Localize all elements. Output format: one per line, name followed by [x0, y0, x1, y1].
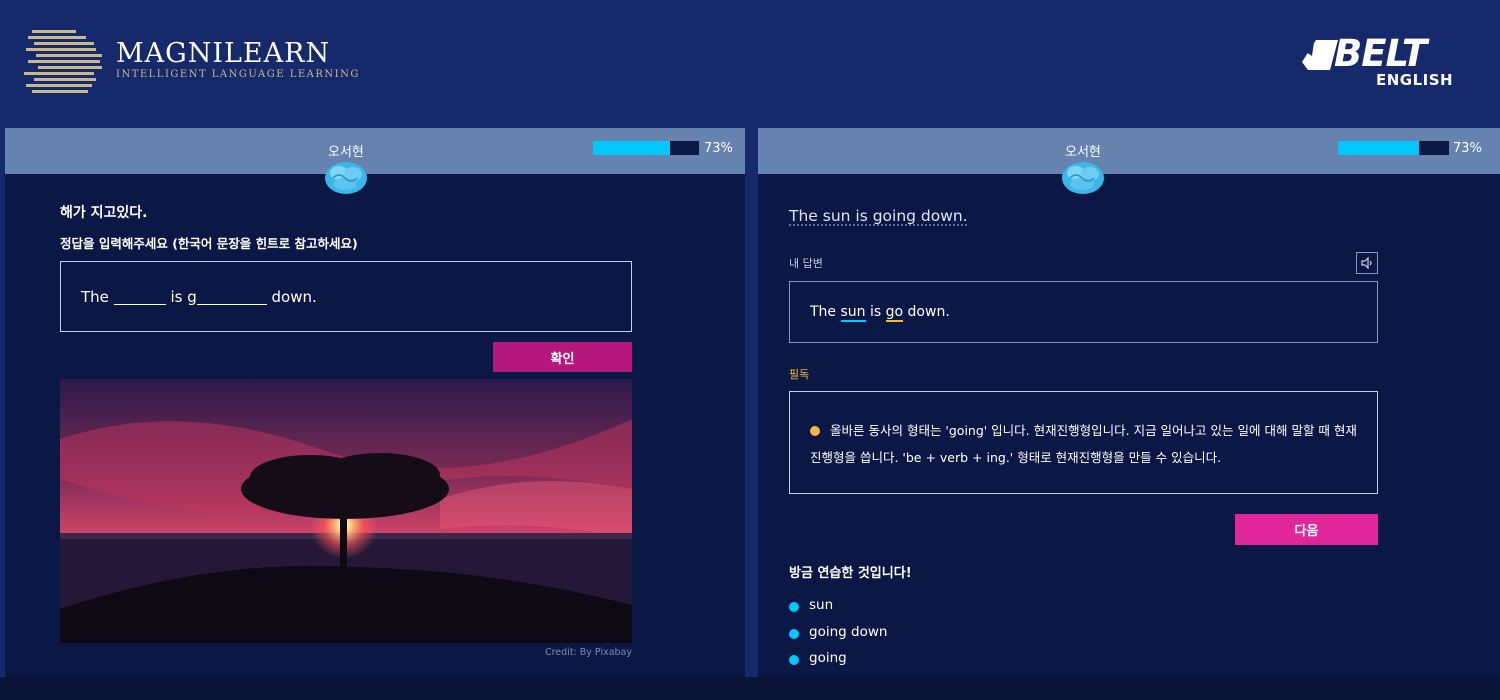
- footer-strip: [0, 677, 1500, 700]
- list-item-label: going down: [809, 623, 888, 640]
- panel-header: 오서현 73%: [758, 128, 1500, 174]
- magnilearn-logo: MAGNILEARN INTELLIGENT LANGUAGE LEARNING: [24, 26, 358, 98]
- blank-input-1[interactable]: [113, 288, 166, 305]
- fill-in-blank-box: The is g down.: [60, 261, 632, 332]
- practiced-list: sun going down going: [789, 597, 887, 677]
- my-answer-sentence: The sun is go down.: [810, 304, 950, 322]
- brand-name: MAGNILEARN: [116, 38, 331, 69]
- speaker-button[interactable]: [1356, 252, 1378, 274]
- list-bullet: [789, 655, 799, 665]
- sunset-tree-image: [60, 379, 632, 643]
- list-item[interactable]: sun: [789, 597, 887, 624]
- speaker-icon: [1361, 256, 1372, 270]
- blank-input-2[interactable]: [196, 288, 267, 305]
- exercise-word: The: [81, 288, 109, 306]
- answer-word-correct: sun: [840, 304, 866, 322]
- korean-sentence: 해가 지고있다.: [60, 205, 148, 221]
- feedback-box: 올바른 동사의 형태는 'going' 입니다. 현재진행형입니다. 지금 일어…: [789, 391, 1378, 494]
- exercise-word: is g: [170, 288, 197, 306]
- list-item-label: sun: [809, 597, 834, 613]
- exercise-word: down.: [271, 288, 317, 306]
- answer-word: down.: [907, 304, 950, 320]
- instruction-text: 정답을 입력해주세요 (한국어 문장을 힌트로 참고하세요): [60, 236, 358, 251]
- answer-word-incorrect: go: [885, 304, 904, 322]
- brand-tagline: INTELLIGENT LANGUAGE LEARNING: [116, 69, 360, 80]
- exercise-sentence: The is g down.: [81, 288, 317, 306]
- feedback-text: 올바른 동사의 형태는 'going' 입니다. 현재진행형입니다. 지금 일어…: [810, 423, 1357, 465]
- confirm-button[interactable]: 확인: [493, 342, 632, 372]
- belt-english-logo: BELT ENGLISH: [1300, 32, 1470, 92]
- panel-header: 오서현 73%: [5, 128, 745, 174]
- brain-icon: [325, 162, 367, 194]
- my-answer-label: 내 답변: [789, 257, 823, 270]
- feedback-label: 필독: [789, 368, 810, 381]
- progress-percent: 73%: [1453, 141, 1482, 156]
- brain-icon: [1062, 162, 1104, 194]
- progress-fill: [593, 141, 671, 155]
- answer-word: is: [870, 304, 882, 320]
- list-item-label: going: [809, 650, 847, 666]
- exercise-panel: 오서현 73% 해가 지고있다. 정답을 입력해주세요 (한국어 문장을 힌트로…: [5, 128, 745, 677]
- progress-bar: [593, 141, 699, 155]
- list-bullet: [789, 628, 799, 639]
- list-item[interactable]: going down: [789, 624, 887, 651]
- practiced-title: 방금 연습한 것입니다!: [789, 566, 912, 581]
- answer-word: The: [810, 304, 837, 320]
- english-sentence[interactable]: The sun is going down.: [789, 207, 968, 225]
- list-item[interactable]: going: [789, 650, 887, 677]
- list-bullet: [789, 602, 799, 612]
- english-wordmark: ENGLISH: [1376, 71, 1454, 89]
- progress-percent: 73%: [704, 141, 733, 156]
- image-credit: Credit: By Pixabay: [544, 647, 632, 658]
- feedback-panel: 오서현 73% The sun is going down. 내 답변 The …: [758, 128, 1500, 677]
- belt-wordmark: BELT: [1334, 32, 1427, 75]
- next-button[interactable]: 다음: [1235, 514, 1378, 545]
- head-profile-icon: [24, 30, 102, 93]
- progress-fill: [1338, 141, 1420, 155]
- progress-bar: [1338, 141, 1449, 155]
- my-answer-box: The sun is go down.: [789, 281, 1378, 343]
